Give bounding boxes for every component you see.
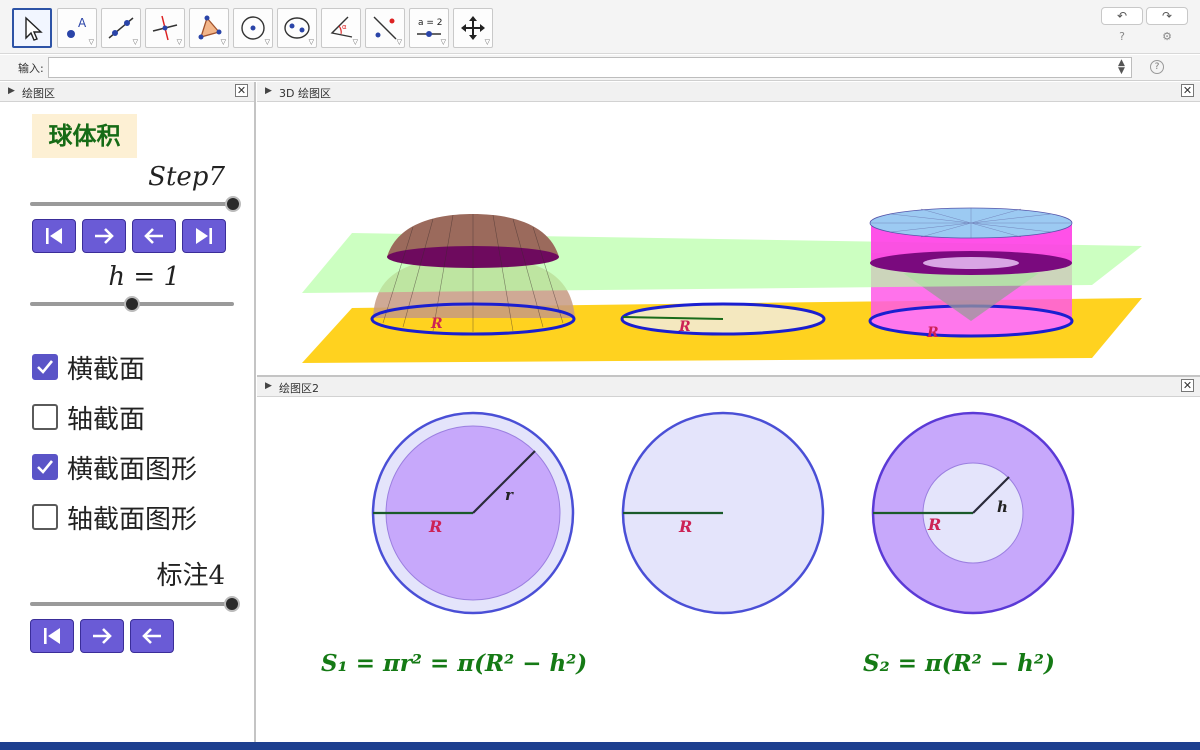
undo-button[interactable]: ↶: [1101, 7, 1143, 25]
cross-section-shape-label: 横截面图形: [67, 455, 198, 485]
toolbar: A ▽ ▽ ▽ ▽ ▽ ▽ α ▽ ▽ a = 2 ▽ ▽ ↶ ↷ ? ⚙: [0, 0, 1200, 54]
arrow-left-icon: [144, 228, 163, 244]
collapse-arrow-icon[interactable]: ▶: [8, 86, 15, 96]
redo-icon: ↷: [1161, 9, 1173, 23]
input-bar: 输入: ▲ ▼ ?: [0, 55, 1200, 81]
cursor-icon: [25, 16, 43, 41]
slider-tool-button[interactable]: a = 2 ▽: [409, 8, 449, 48]
label-slider-label: 标注4: [156, 561, 225, 591]
formula-s1: S₁ = πr² = π(R² − h²): [321, 650, 587, 677]
h-label: h: [997, 498, 1008, 516]
axial-section-label: 轴截面: [67, 405, 146, 435]
point-icon: A: [67, 16, 87, 38]
angle-icon: α: [330, 16, 353, 38]
graphics-panel-header: ▶ 绘图区 ✕: [0, 82, 254, 102]
move-arrows-icon: [461, 16, 485, 40]
move-view-tool-button[interactable]: ▽: [453, 8, 493, 48]
skip-forward-icon: [196, 228, 212, 244]
axial-section-checkbox[interactable]: [32, 404, 58, 430]
polygon-icon: [198, 15, 222, 40]
step-slider-label: Step7: [148, 162, 225, 192]
title-text: 球体积: [32, 114, 137, 158]
hemisphere-radius-label: R: [430, 316, 443, 332]
formula-s2: S₂ = π(R² − h²): [863, 650, 1055, 677]
desktop-taskbar-edge: [0, 742, 1200, 750]
cross-section-checkbox[interactable]: [32, 354, 58, 380]
last-step-button[interactable]: [182, 219, 226, 253]
previous-step-button[interactable]: [132, 219, 176, 253]
first-step-button[interactable]: [32, 219, 76, 253]
view2-panel-title: 绘图区2: [279, 382, 319, 395]
input-field[interactable]: [48, 57, 1132, 78]
arrow-right-icon: [95, 228, 114, 244]
cross-section-shape-checkbox[interactable]: [32, 454, 58, 480]
view3d-panel-title: 3D 绘图区: [279, 87, 331, 100]
close-icon[interactable]: ✕: [1181, 379, 1194, 392]
skip-back-icon: [46, 228, 62, 244]
label-first-button[interactable]: [30, 619, 74, 653]
label-previous-button[interactable]: [130, 619, 174, 653]
radius-label-1: R: [428, 517, 442, 536]
r-label: r: [505, 486, 514, 504]
reflect-tool-button[interactable]: ▽: [365, 8, 405, 48]
arrow-left-icon: [142, 628, 161, 644]
move-tool-button[interactable]: [12, 8, 52, 48]
cross-section-label: 横截面: [67, 355, 146, 385]
view3d-panel: ▶ 3D 绘图区 ✕ R R R: [257, 82, 1200, 377]
graphics-panel-title: 绘图区: [22, 87, 55, 100]
cylinder-radius-label: R: [926, 325, 939, 341]
step-slider-track[interactable]: [30, 202, 233, 206]
view3d-panel-header: ▶ 3D 绘图区 ✕: [257, 82, 1200, 102]
cylinder-section-hole: [923, 257, 1019, 269]
circle-icon: [241, 16, 265, 40]
redo-button[interactable]: ↷: [1146, 7, 1188, 25]
input-history-icon[interactable]: ▲ ▼: [1118, 59, 1125, 76]
svg-text:A: A: [78, 16, 87, 30]
h-slider-label: h = 1: [108, 262, 180, 292]
h-slider-knob[interactable]: [124, 296, 140, 312]
close-icon[interactable]: ✕: [1181, 84, 1194, 97]
angle-tool-button[interactable]: α ▽: [321, 8, 361, 48]
svg-text:α: α: [342, 23, 347, 31]
graphics-panel: ▶ 绘图区 ✕ 球体积 Step7 h = 1 横截面 轴截面 横截面图形 轴截…: [0, 82, 256, 750]
skip-back-icon: [44, 628, 60, 644]
input-help-icon[interactable]: ?: [1150, 60, 1164, 74]
polygon-tool-button[interactable]: ▽: [189, 8, 229, 48]
circle-tool-button[interactable]: ▽: [233, 8, 273, 48]
checkmark-icon: [37, 460, 54, 474]
line-icon: [108, 17, 134, 39]
collapse-arrow-icon[interactable]: ▶: [265, 381, 272, 391]
arrow-right-icon: [93, 628, 112, 644]
close-icon[interactable]: ✕: [235, 84, 248, 97]
reflect-icon: [373, 16, 397, 40]
ellipse-icon: [284, 17, 310, 39]
undo-icon: ↶: [1116, 9, 1128, 23]
point-tool-button[interactable]: A ▽: [57, 8, 97, 48]
slider-tool-label: a = 2: [418, 18, 443, 28]
input-label: 输入:: [18, 62, 44, 75]
line-tool-button[interactable]: ▽: [101, 8, 141, 48]
slider-icon: a = 2: [417, 18, 443, 37]
perpendicular-tool-button[interactable]: ▽: [145, 8, 185, 48]
next-step-button[interactable]: [82, 219, 126, 253]
gear-icon[interactable]: ⚙: [1160, 30, 1174, 44]
axial-section-shape-label: 轴截面图形: [67, 505, 198, 535]
view2-canvas[interactable]: R r R R h S₁ = πr² = π(R² − h²) S₂ = π(R…: [257, 398, 1200, 748]
view2-panel: ▶ 绘图区2 ✕ R r R R h S₁ = πr² = π(R² − h²)…: [257, 377, 1200, 750]
label-slider-knob[interactable]: [224, 596, 240, 612]
view2-panel-header: ▶ 绘图区2 ✕: [257, 377, 1200, 397]
view3d-canvas[interactable]: R R R: [257, 103, 1200, 375]
radius-label-2: R: [678, 517, 692, 536]
radius-label-3: R: [927, 515, 941, 534]
ellipse-tool-button[interactable]: ▽: [277, 8, 317, 48]
perpendicular-line-icon: [152, 15, 178, 41]
checkmark-icon: [37, 360, 54, 374]
step-slider-knob[interactable]: [225, 196, 241, 212]
axial-section-shape-checkbox[interactable]: [32, 504, 58, 530]
collapse-arrow-icon[interactable]: ▶: [265, 86, 272, 96]
label-slider-track[interactable]: [30, 602, 232, 606]
disk-radius-label: R: [678, 319, 691, 335]
label-next-button[interactable]: [80, 619, 124, 653]
help-icon[interactable]: ?: [1115, 30, 1129, 44]
